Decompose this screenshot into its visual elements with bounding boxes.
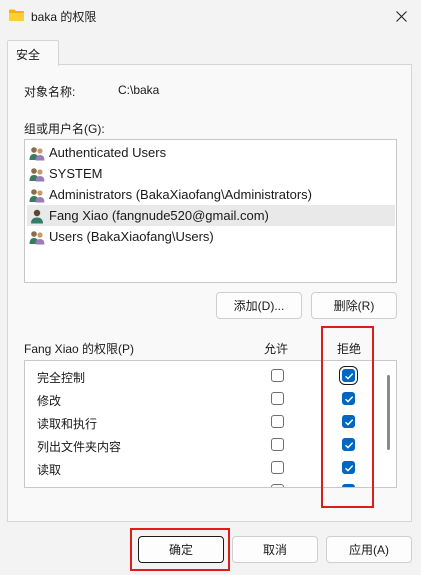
permission-name: 读取 (37, 463, 62, 477)
user-icon (31, 209, 43, 223)
group-user-label: 组或用户名(G): (24, 122, 105, 136)
title-bar: baka 的权限 (0, 0, 421, 32)
user-row-fang-xiao[interactable]: Fang Xiao (fangnude520@gmail.com) (27, 205, 395, 226)
allow-checkbox[interactable] (271, 392, 284, 405)
allow-checkbox[interactable] (271, 369, 284, 382)
users-group-icon (29, 146, 45, 160)
user-name: SYSTEM (49, 166, 103, 181)
user-list[interactable]: Authenticated Users SYSTEM Administrator… (24, 139, 397, 283)
add-user-button[interactable]: 添加(D)... (216, 292, 302, 319)
user-row-system[interactable]: SYSTEM (27, 163, 395, 184)
permission-name: 读取和执行 (37, 417, 98, 431)
allow-column-header: 允许 (264, 342, 289, 356)
permission-name: 修改 (37, 394, 62, 408)
close-button[interactable] (381, 0, 421, 32)
window-title: baka 的权限 (31, 10, 97, 24)
object-name-value: C:\baka (118, 83, 160, 97)
user-name: Users (BakaXiaofang\Users) (49, 229, 214, 244)
ok-button[interactable]: 确定 (138, 536, 224, 563)
permission-name: 写入 (37, 484, 61, 487)
tab-security-label: 安全 (16, 48, 41, 62)
user-row-administrators[interactable]: Administrators (BakaXiaofang\Administrat… (27, 184, 395, 205)
folder-icon (9, 9, 24, 21)
remove-user-button[interactable]: 删除(R) (311, 292, 397, 319)
apply-button[interactable]: 应用(A) (326, 536, 412, 563)
user-row-users[interactable]: Users (BakaXiaofang\Users) (27, 226, 395, 247)
user-name: Fang Xiao (fangnude520@gmail.com) (49, 208, 269, 223)
permission-name: 列出文件夹内容 (37, 440, 122, 454)
allow-checkbox[interactable] (271, 415, 284, 428)
permission-name: 完全控制 (37, 371, 86, 385)
users-group-icon (29, 188, 45, 202)
object-name-label: 对象名称: (24, 85, 76, 99)
cancel-button[interactable]: 取消 (232, 536, 318, 563)
permissions-label: Fang Xiao 的权限(P) (24, 342, 135, 356)
allow-checkbox[interactable] (271, 484, 284, 487)
user-name: Authenticated Users (49, 145, 167, 160)
close-icon (395, 10, 407, 22)
tab-security[interactable]: 安全 (7, 40, 59, 66)
user-name: Administrators (BakaXiaofang\Administrat… (49, 187, 312, 202)
users-group-icon (29, 230, 45, 244)
permissions-scrollbar[interactable] (387, 375, 390, 450)
deny-column-highlight (321, 326, 374, 508)
users-group-icon (29, 167, 45, 181)
allow-checkbox[interactable] (271, 438, 284, 451)
allow-checkbox[interactable] (271, 461, 284, 474)
user-row-authenticated-users[interactable]: Authenticated Users (27, 142, 395, 163)
